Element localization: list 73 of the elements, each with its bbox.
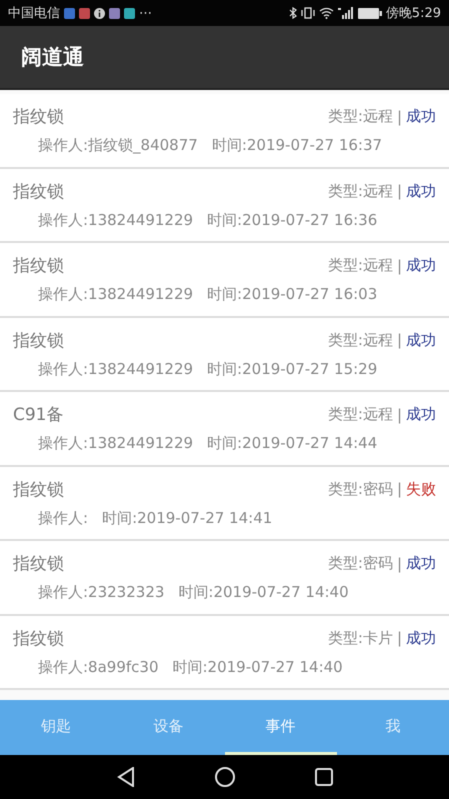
operator-text: 操作人: [38, 508, 88, 528]
app-notification-icon [109, 8, 120, 18]
event-type: 类型:远程 [328, 182, 393, 201]
more-notifications-text: ⋯ [139, 6, 152, 20]
separator-text: | [396, 256, 402, 275]
separator-text: | [396, 480, 402, 498]
operator-text: 操作人:指纹锁_840877 [38, 136, 198, 156]
clock-text: 傍晚5:29 [386, 5, 441, 22]
lock-name: 指纹锁 [13, 478, 64, 501]
event-type: 类型:远程 [328, 405, 393, 424]
event-type: 类型:远程 [328, 107, 393, 126]
separator-text: | [396, 331, 402, 350]
event-row[interactable]: 指纹锁 类型:远程 | 成功 操作人:13824491229 时间:2019-07-27 16:03 [0, 243, 449, 318]
result-status: 成功 [406, 405, 436, 424]
signal-icon [338, 7, 354, 19]
operator-text: 操作人:13824491229 [38, 360, 194, 379]
event-row[interactable]: 指纹锁 类型:远程 | 成功 操作人:13824491229 时间:2019-07-27 15:29 [0, 318, 449, 392]
operator-text: 操作人:13824491229 [38, 434, 194, 454]
time-text: 时间:2019-07-27 14:44 [207, 434, 378, 454]
lock-name: 指纹锁 [13, 330, 64, 352]
operator-text: 操作人:13824491229 [38, 210, 194, 230]
separator-text: | [396, 406, 402, 424]
lock-name: 指纹锁 [13, 106, 64, 128]
event-type: 类型:远程 [328, 330, 393, 350]
recents-icon[interactable] [314, 768, 332, 786]
event-type: 类型:密码 [328, 480, 393, 499]
time-text: 时间:2019-07-27 16:03 [207, 285, 378, 304]
lock-name: 指纹锁 [13, 180, 64, 203]
back-icon[interactable] [116, 767, 134, 787]
result-status: 成功 [406, 628, 436, 648]
time-text: 时间:2019-07-27 14:40 [178, 583, 349, 602]
lock-name: C91备 [13, 404, 64, 426]
event-row[interactable]: 指纹锁 类型:密码 | 成功 操作人:23232323 时间:2019-07-27 14:40 [0, 541, 449, 616]
operator-text: 操作人:23232323 [38, 583, 164, 602]
event-row[interactable]: 指纹锁 类型:远程 | 成功 操作人:13824491229 时间:2019-07-27 16:36 [0, 168, 449, 243]
carrier-text: 中国电信 [8, 5, 60, 22]
event-type: 类型:远程 [328, 256, 393, 276]
time-text: 时间:2019-07-27 14:40 [172, 658, 343, 677]
time-text: 时间:2019-07-27 14:41 [102, 508, 272, 528]
event-type: 类型:密码 [328, 554, 393, 574]
app-notification-icon [64, 8, 75, 18]
event-row[interactable]: 指纹锁 类型:卡片 | 成功 操作人:8a99fc30 时间:2019-07-27 14:40 [0, 616, 449, 690]
separator-text: | [396, 554, 402, 573]
result-status: 成功 [406, 107, 436, 126]
app-notification-icon [124, 8, 135, 18]
vibrate-icon [300, 7, 315, 19]
lock-name: 指纹锁 [13, 255, 64, 278]
result-status: 成功 [406, 330, 436, 350]
time-text: 时间:2019-07-27 15:29 [207, 360, 378, 379]
event-row[interactable]: 指纹锁 类型:密码 | 失败 操作人: 时间:2019-07-27 14:41 [0, 466, 449, 541]
event-type: 类型:卡片 [328, 628, 393, 648]
app-title: 阔道通 [21, 44, 84, 71]
event-row[interactable]: C91备 类型:远程 | 成功 操作人:13824491229 时间:2019-07-27 14:44 [0, 392, 449, 466]
home-icon[interactable] [214, 767, 234, 787]
operator-text: 操作人:13824491229 [38, 285, 194, 304]
separator-text: | [396, 108, 402, 126]
app-notification-icon [79, 8, 90, 18]
battery-icon [358, 8, 382, 18]
separator-text: | [396, 182, 402, 200]
event-row[interactable]: 指纹锁 类型:远程 | 成功 操作人:指纹锁_840877 时间:2019-07-27 16:37 [0, 94, 449, 168]
info-icon [94, 8, 105, 18]
result-status: 成功 [406, 256, 436, 276]
result-status: 成功 [406, 554, 436, 574]
bluetooth-icon [288, 7, 297, 19]
lock-name: 指纹锁 [13, 628, 64, 650]
time-text: 时间:2019-07-27 16:36 [207, 210, 378, 230]
result-status: 失败 [406, 480, 436, 499]
separator-text: | [396, 629, 402, 648]
wifi-icon [318, 7, 334, 19]
time-text: 时间:2019-07-27 16:37 [212, 136, 382, 156]
result-status: 成功 [406, 182, 436, 201]
operator-text: 操作人:8a99fc30 [38, 658, 158, 677]
lock-name: 指纹锁 [13, 553, 64, 576]
